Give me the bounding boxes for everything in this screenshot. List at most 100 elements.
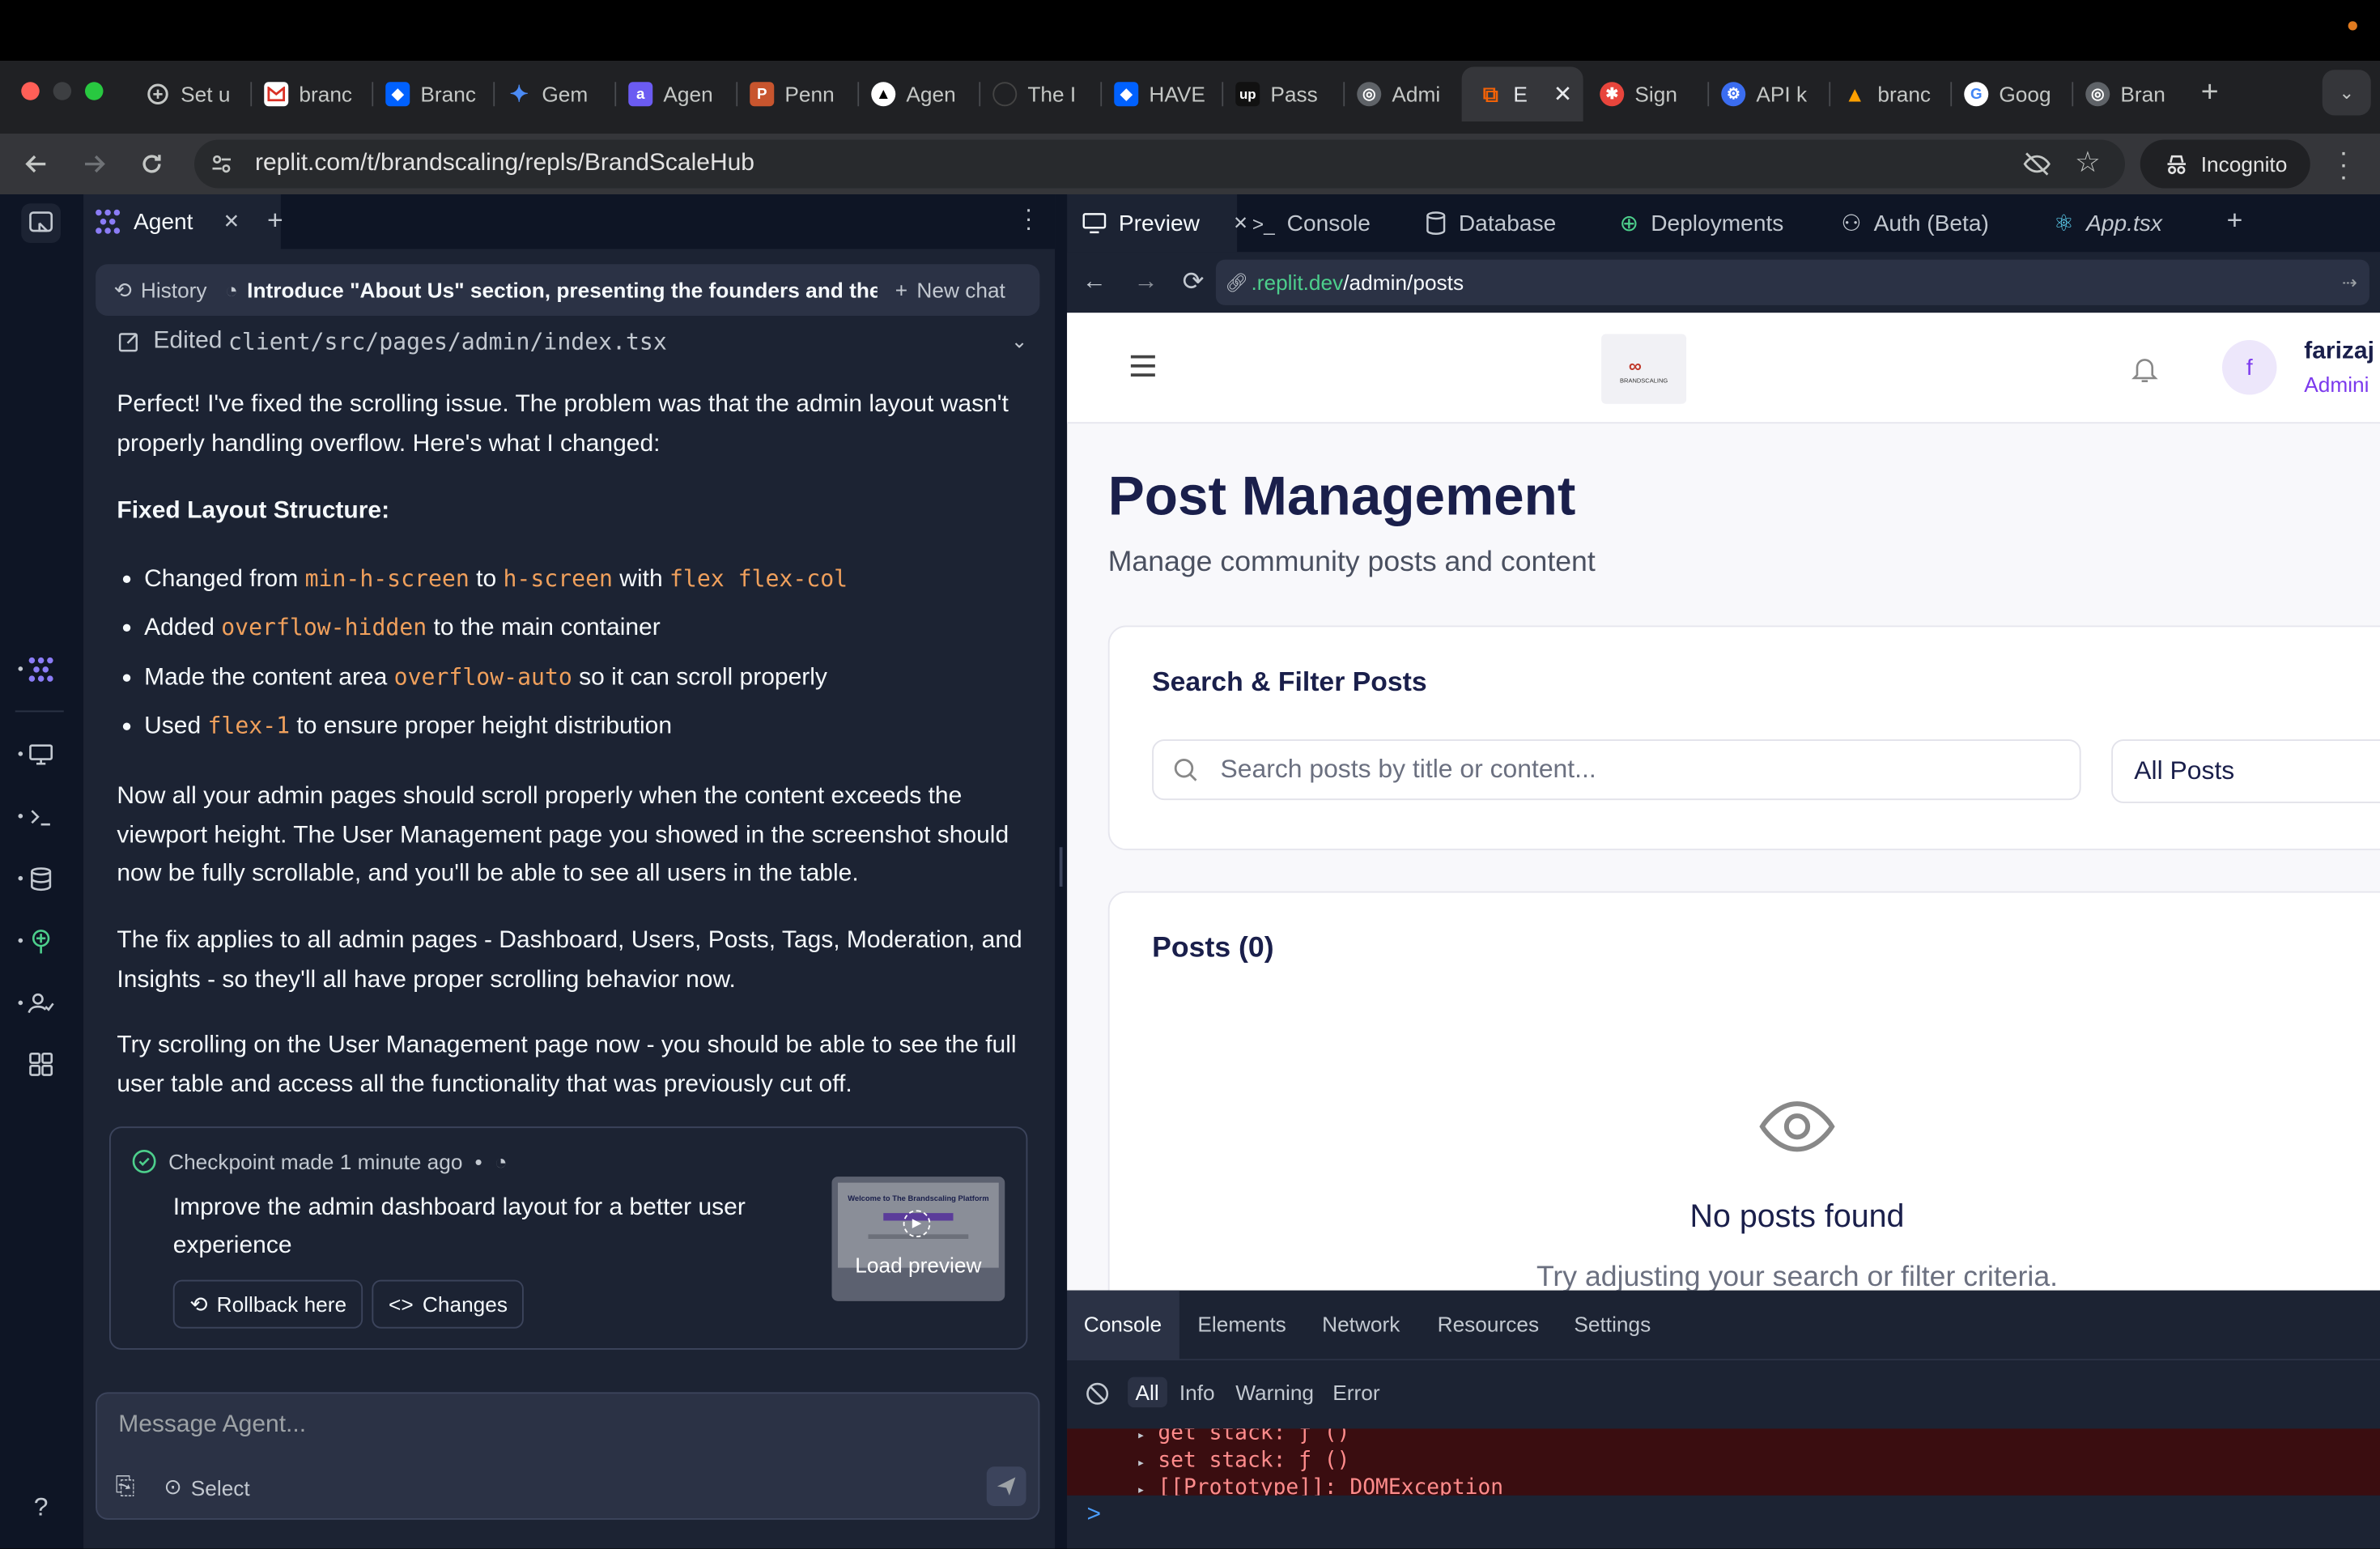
hamburger-menu-icon[interactable] [1130, 355, 1155, 377]
history-button[interactable]: ⟲ History [114, 277, 207, 303]
agent-icon[interactable] [18, 650, 61, 690]
toggle-sidebar-icon[interactable] [21, 203, 61, 243]
avatar[interactable]: f [2222, 340, 2277, 395]
browser-tab[interactable]: Set u [134, 73, 253, 116]
search-input[interactable]: Search posts by title or content... [1152, 739, 2081, 801]
browser-tab[interactable]: ⚙ API k [1709, 73, 1831, 116]
forward-icon[interactable]: → [1134, 269, 1158, 296]
browser-tab[interactable]: ◆ HAVE [1102, 73, 1224, 116]
level-filter-warning[interactable]: Warning [1235, 1380, 1314, 1404]
changes-button[interactable]: <> Changes [372, 1279, 525, 1329]
tab-app-file[interactable]: ⚛ App.tsx [2038, 194, 2178, 252]
eye-off-icon[interactable] [2022, 151, 2053, 178]
level-filter-all[interactable]: All [1128, 1377, 1167, 1408]
tab-database[interactable]: Database [1410, 194, 1571, 252]
expand-triangle-icon[interactable]: ▸ [1137, 1483, 1145, 1496]
tab-agent[interactable]: Agent ✕ [83, 194, 281, 249]
browser-menu-icon[interactable]: · · · [2335, 138, 2353, 190]
back-icon[interactable]: ← [1082, 269, 1107, 296]
preview-url-input[interactable]: 🔗︎ .replit.dev/admin/posts ⇢ [1215, 259, 2369, 305]
browser-tab[interactable]: G Goog [1952, 73, 2074, 116]
browser-tab[interactable]: a Agen [616, 73, 738, 116]
close-tab-icon[interactable]: ✕ [1553, 80, 1573, 108]
back-icon[interactable] [21, 149, 52, 180]
tab-auth[interactable]: ⚇ Auth (Beta) [1826, 194, 2004, 252]
app-header: ∞ BRANDSCALING f farizaj Admini [1067, 313, 2380, 424]
database-icon[interactable] [18, 859, 61, 899]
browser-tab[interactable]: ✦ Gem [495, 73, 617, 116]
browser-tab[interactable]: ◎ Admi [1345, 73, 1460, 116]
tab-deployments[interactable]: ⊕ Deployments [1604, 194, 1799, 252]
rollback-button[interactable]: ⟲ Rollback here [172, 1279, 363, 1329]
bookmark-star-icon[interactable]: ☆ [2075, 146, 2101, 181]
add-tab-icon[interactable]: + [2227, 205, 2243, 236]
history-icon: ⟲ [189, 1291, 208, 1316]
chat-title[interactable]: Introduce "About Us" section, presenting… [247, 278, 877, 302]
message-input[interactable]: Message Agent... [118, 1412, 1014, 1449]
tab-label: Penn [784, 82, 835, 107]
clear-console-icon[interactable] [1086, 1381, 1110, 1406]
reload-icon[interactable] [137, 149, 168, 180]
auth-user-icon[interactable] [18, 984, 61, 1023]
edited-file-row[interactable]: Edited client/src/pages/admin/index.tsx … [117, 323, 1027, 360]
tab-console[interactable]: >_ Console [1237, 194, 1386, 252]
browser-tab[interactable]: P Penn [737, 73, 860, 116]
filter-card-title: Search & Filter Posts [1152, 666, 1427, 697]
filter-select[interactable]: All Posts [2111, 739, 2380, 803]
reload-icon[interactable]: ⟳ [1183, 267, 1205, 298]
devtools-tab-network[interactable]: Network [1322, 1312, 1400, 1336]
tab-label: Gem [542, 82, 589, 107]
penn-icon: P [750, 82, 775, 107]
forward-icon[interactable] [79, 149, 110, 180]
console-input[interactable]: > [1067, 1495, 2380, 1549]
new-chat-button[interactable]: + New chat [895, 278, 1005, 302]
panel-resize-handle[interactable] [1055, 194, 1068, 1549]
preview-monitor-icon[interactable] [18, 735, 61, 775]
browser-tab[interactable]: ▲ Agen [859, 73, 981, 116]
close-tab-icon[interactable]: ✕ [223, 210, 240, 234]
address-bar[interactable]: replit.com/t/brandscaling/repls/BrandSca… [194, 139, 2125, 189]
close-window-button[interactable] [21, 82, 40, 100]
level-filter-error[interactable]: Error [1332, 1380, 1379, 1404]
add-tab-icon[interactable]: + [267, 205, 283, 236]
expand-triangle-icon[interactable]: ▸ [1137, 1456, 1145, 1471]
tab-preview[interactable]: Preview ✕ [1067, 194, 1248, 253]
site-settings-icon[interactable] [210, 152, 234, 177]
browser-tab[interactable]: ▲ branc [1830, 73, 1953, 116]
maximize-window-button[interactable] [85, 82, 104, 100]
level-filter-info[interactable]: Info [1179, 1380, 1215, 1404]
notification-bell-icon[interactable] [2131, 354, 2159, 385]
deployments-icon[interactable] [18, 921, 61, 961]
log-line: ▸ [[Prototype]]: DOMException [1137, 1476, 1503, 1496]
open-external-icon[interactable]: ⇢ [2342, 272, 2357, 293]
browser-tab[interactable]: The I [980, 73, 1103, 116]
devtools-tab-settings[interactable]: Settings [1574, 1312, 1651, 1336]
devtools-tab-elements[interactable]: Elements [1197, 1312, 1286, 1336]
select-element-button[interactable]: ⊙ Select [164, 1475, 250, 1500]
incognito-indicator[interactable]: Incognito [2140, 139, 2310, 189]
attach-paperclip-icon[interactable]: ⎘ [116, 1475, 135, 1502]
load-preview-button[interactable]: Welcome to The Brandscaling Platform ▶ L… [831, 1177, 1005, 1301]
history-icon: ⟲ [113, 277, 132, 302]
chevron-down-icon[interactable]: ⌄ [1011, 330, 1027, 354]
tab-search-button[interactable]: ⌄ [2322, 70, 2371, 116]
help-icon[interactable]: ? [21, 1488, 61, 1528]
agent-menu-icon[interactable]: · · · [1025, 198, 1033, 241]
browser-tab[interactable]: branc [252, 73, 374, 116]
devtools-tab-console[interactable]: Console [1084, 1312, 1162, 1336]
browser-tab[interactable]: up Pass [1223, 73, 1345, 116]
browser-tab-active[interactable]: ⧉ E ✕ [1466, 73, 1582, 116]
browser-tab[interactable]: ✱ Sign [1587, 73, 1710, 116]
browser-tab[interactable]: ◆ Branc [373, 73, 495, 116]
browser-tab[interactable]: ◎ Bran [2073, 73, 2191, 116]
send-button[interactable] [986, 1466, 1026, 1506]
expand-triangle-icon[interactable]: ▸ [1137, 1428, 1145, 1444]
all-tools-grid-icon[interactable] [21, 1045, 61, 1084]
tab-label: HAVE [1149, 82, 1205, 107]
brandscaling-logo[interactable]: ∞ BRANDSCALING [1601, 334, 1687, 404]
logo-mark-icon: ∞ [1628, 355, 1642, 377]
devtools-tab-resources[interactable]: Resources [1438, 1312, 1539, 1336]
new-tab-icon[interactable]: + [2201, 76, 2219, 111]
console-icon[interactable] [18, 797, 61, 836]
minimize-window-button[interactable] [53, 82, 72, 100]
